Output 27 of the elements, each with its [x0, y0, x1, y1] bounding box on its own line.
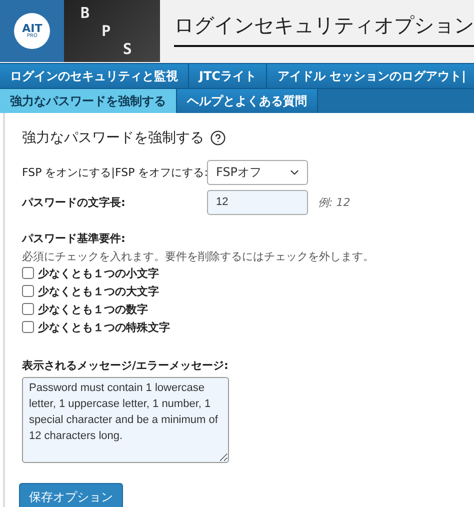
checkbox-label: 少なくとも１つの数字 — [38, 302, 148, 316]
nav-tab[interactable]: ヘルプとよくある質問 — [177, 89, 318, 113]
requirements-hint: 必須にチェックを入れます。要件を削除するにはチェックを外します。 — [22, 249, 375, 264]
message-label: 表示されるメッセージ/エラーメッセージ: — [22, 358, 230, 373]
checkbox[interactable] — [22, 285, 34, 297]
save-button[interactable]: 保存オプション — [19, 483, 123, 507]
nav-tab[interactable]: 強力なパスワードを強制する — [0, 89, 177, 113]
field-label: FSP をオンにする|FSP をオフにする: — [22, 164, 207, 180]
help-icon[interactable] — [210, 130, 226, 146]
message-textarea[interactable]: Password must contain 1 lowercase letter, 1 uppercase letter, 1 number, 1 special character and be a minimum of 12 characters long. — [22, 377, 229, 463]
example-text: 例: 12 — [318, 194, 350, 210]
logo-panel: B P S — [64, 0, 160, 62]
field-label: パスワードの文字長: — [22, 194, 126, 210]
checkbox[interactable] — [22, 267, 34, 279]
section-title: 強力なパスワードを強制する — [22, 129, 204, 147]
nav-tab[interactable]: アイドル セッションのログアウト| — [267, 64, 474, 88]
checkbox-label: 少なくとも１つの小文字 — [38, 266, 159, 280]
checkbox[interactable] — [22, 321, 34, 333]
nav-tab[interactable]: ログインのセキュリティと監視 — [0, 64, 189, 88]
length-input[interactable]: 12 — [207, 190, 308, 214]
checkbox[interactable] — [22, 303, 34, 315]
checkbox-label: 少なくとも１つの特殊文字 — [38, 320, 170, 334]
requirements-title: パスワード基準要件: — [22, 231, 126, 246]
fsp-select[interactable]: FSPオフ — [207, 160, 308, 184]
page-title: ログインセキュリティオプション — [174, 12, 474, 47]
nav-tab[interactable]: JTCライト — [189, 64, 268, 88]
checkbox-label: 少なくとも１つの大文字 — [38, 284, 159, 298]
